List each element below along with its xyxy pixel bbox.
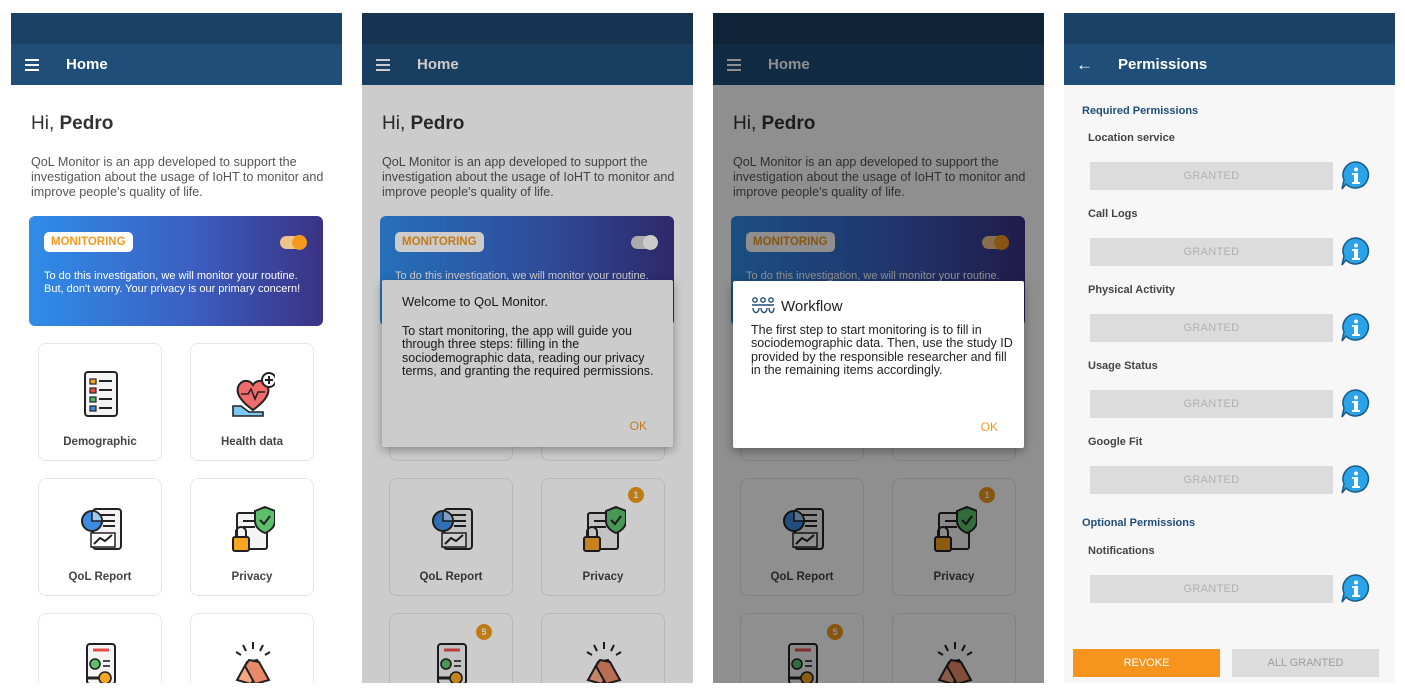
privacy-shield-icon [232,506,275,552]
tile-label: Demographic [63,436,137,448]
notification-badge: 5 [476,624,492,640]
tile-privacy[interactable]: Privacy 1 [541,478,665,596]
ok-button[interactable]: OK [630,419,647,433]
workflow-dialog: Workflow The first step to start monitor… [733,281,1024,448]
home-screen-welcome: Home Hi, Pedro QoL Monitor is an app dev… [362,13,693,683]
intro-text: QoL Monitor is an app developed to suppo… [382,155,675,199]
terms-document-icon [436,642,468,683]
monitoring-pill: MONITORING [395,232,484,252]
health-heart-icon [232,372,275,417]
demographic-icon [84,371,118,417]
terms-document-icon [85,642,117,683]
granted-button[interactable]: GRANTED [1090,390,1333,418]
permission-label: Call Logs [1088,208,1138,220]
tile-label: Privacy [582,571,624,583]
tile-label: Privacy [231,571,273,583]
status-bar [11,13,342,44]
greeting: Hi, Pedro [382,113,464,135]
dialog-body: To start monitoring, the app will guide … [402,324,654,378]
required-permissions-header: Required Permissions [1082,105,1199,117]
granted-button[interactable]: GRANTED [1090,162,1333,190]
all-granted-button[interactable]: ALL GRANTED [1232,649,1379,677]
greeting-prefix: Hi, [382,113,411,134]
app-bar-title: Home [417,56,459,73]
menu-icon[interactable] [25,58,47,71]
dialog-body: The first step to start monitoring is to… [751,323,1013,377]
report-chart-icon [81,508,122,550]
dialog-title-text: Workflow [781,297,843,315]
tile-label: QoL Report [68,571,132,583]
welcome-dialog: Welcome to QoL Monitor. To start monitor… [382,280,673,447]
info-icon[interactable] [1341,574,1370,603]
handshake-icon [586,641,622,683]
app-bar: ← Permissions [1064,44,1395,85]
monitoring-card: MONITORING To do this investigation, we … [29,216,323,326]
app-bar: Home [362,44,693,85]
home-content: Hi, Pedro QoL Monitor is an app develope… [11,85,342,683]
greeting-prefix: Hi, [31,113,60,134]
dialog-title: Workflow [751,297,842,315]
optional-permissions-header: Optional Permissions [1082,517,1196,529]
tile-privacy[interactable]: Privacy [190,478,314,596]
granted-button[interactable]: GRANTED [1090,238,1333,266]
menu-icon[interactable] [376,58,398,71]
tile-health-data[interactable]: Health data [190,343,314,461]
notification-badge: 1 [628,487,644,503]
tile-label: Health data [221,436,283,448]
granted-button[interactable]: GRANTED [1090,314,1333,342]
dialog-title: Welcome to QoL Monitor. [402,294,548,309]
permission-label: Google Fit [1088,436,1143,448]
handshake-icon [235,641,271,683]
monitoring-toggle[interactable] [280,235,307,250]
tile-partnership[interactable] [190,613,314,683]
tile-qol-report[interactable]: QoL Report [389,478,513,596]
home-screen-workflow: Home Hi, Pedro QoL Monitor is an app dev… [713,13,1044,683]
status-bar [1064,13,1395,44]
app-bar-title: Home [66,56,108,73]
app-bar: Home [11,44,342,85]
monitoring-toggle[interactable] [631,235,658,250]
info-icon[interactable] [1341,161,1370,190]
tile-terms[interactable]: 5 [389,613,513,683]
tile-demographic[interactable]: Demographic [38,343,162,461]
granted-button[interactable]: GRANTED [1090,466,1333,494]
app-bar-title: Permissions [1118,56,1208,73]
greeting: Hi, Pedro [31,113,113,135]
tile-partnership[interactable] [541,613,665,683]
report-chart-icon [432,508,473,550]
home-screen: Home Hi, Pedro QoL Monitor is an app dev… [11,13,342,683]
info-icon[interactable] [1341,313,1370,342]
info-icon[interactable] [1341,389,1370,418]
permission-label: Location service [1088,132,1175,144]
home-content: Hi, Pedro QoL Monitor is an app develope… [362,85,693,683]
tile-label: QoL Report [419,571,483,583]
privacy-shield-icon [583,506,626,552]
tile-terms[interactable] [38,613,162,683]
tile-qol-report[interactable]: QoL Report [38,478,162,596]
status-bar [362,13,693,44]
permission-label: Usage Status [1088,360,1158,372]
revoke-button[interactable]: REVOKE [1073,649,1220,677]
intro-text: QoL Monitor is an app developed to suppo… [31,155,324,199]
permission-label: Notifications [1088,545,1155,557]
workflow-icon [752,297,775,314]
permissions-screen: ← Permissions Required Permissions Locat… [1064,13,1395,683]
ok-button[interactable]: OK [981,420,998,434]
info-icon[interactable] [1341,465,1370,494]
permission-label: Physical Activity [1088,284,1176,296]
back-arrow-icon[interactable]: ← [1076,55,1096,75]
info-icon[interactable] [1341,237,1370,266]
user-name: Pedro [59,113,114,134]
monitoring-pill: MONITORING [44,232,133,252]
granted-button[interactable]: GRANTED [1090,575,1333,603]
user-name: Pedro [410,113,465,134]
monitoring-text: To do this investigation, we will monito… [44,270,301,295]
